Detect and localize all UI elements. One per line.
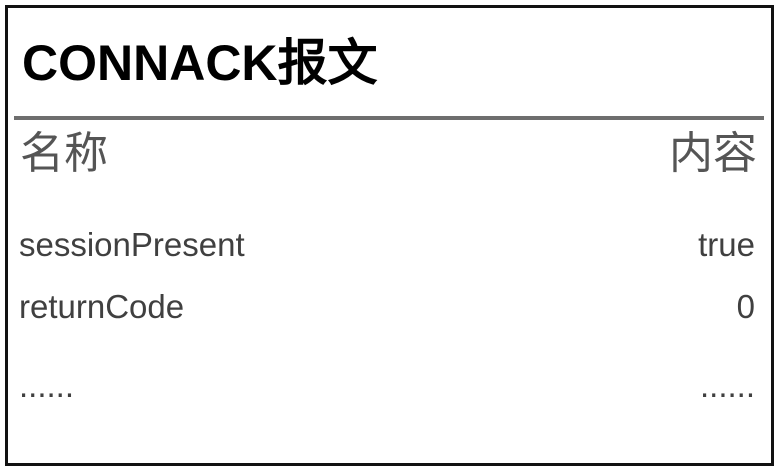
column-header-value: 内容 [669,129,757,178]
title-divider [14,116,764,120]
field-name-session-present: sessionPresent [19,226,245,263]
field-value-ellipsis: ...... [699,367,755,404]
field-value-return-code: 0 [736,288,755,325]
packet-title: CONNACK报文 [22,35,378,91]
connack-packet-card: CONNACK报文 名称 内容 sessionPresent true retu… [5,5,774,466]
field-value-session-present: true [698,226,755,263]
field-name-return-code: returnCode [19,288,185,325]
column-header-name: 名称 [20,129,108,178]
field-name-ellipsis: ...... [19,367,75,404]
